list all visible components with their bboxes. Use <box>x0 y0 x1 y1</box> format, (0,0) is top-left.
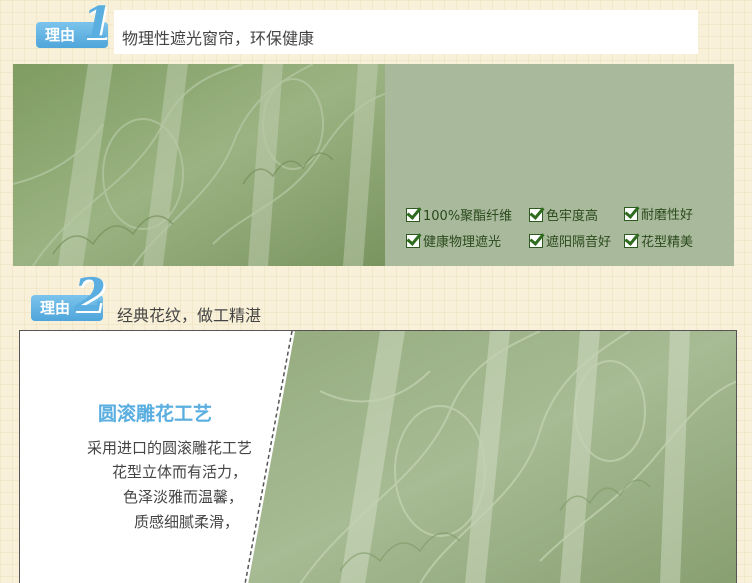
craft-line: 采用进口的圆滚雕花工艺 <box>86 439 252 457</box>
checkbox-check-icon <box>406 208 420 222</box>
craft-line: 花型立体而有活力， <box>111 463 247 481</box>
feature-item: 色牢度高 <box>529 205 598 224</box>
curtain-fabric-image-1 <box>13 64 385 266</box>
feature-item: 100%聚酯纤维 <box>406 205 512 224</box>
checkbox-check-icon <box>624 234 638 248</box>
checkbox-check-icon <box>529 208 543 222</box>
feature-item: 健康物理遮光 <box>406 231 501 250</box>
reason1-title: 物理性遮光窗帘，环保健康 <box>122 29 315 48</box>
feature-item: 耐磨性好 <box>624 204 693 223</box>
feature-item: 花型精美 <box>624 231 693 250</box>
craft-line: 色泽淡雅而温馨， <box>122 488 243 506</box>
checkbox-check-icon <box>624 207 638 221</box>
checkbox-check-icon <box>406 234 420 248</box>
craft-line: 质感细腻柔滑， <box>133 513 239 531</box>
craft-title: 圆滚雕花工艺 <box>98 403 213 425</box>
feature-item: 遮阳隔音好 <box>529 231 611 250</box>
reason2-title: 经典花纹，做工精湛 <box>117 306 262 325</box>
craft-panel: 圆滚雕花工艺 采用进口的圆滚雕花工艺 花型立体而有活力， 色泽淡雅而温馨， 质感… <box>19 330 737 583</box>
fabric-pattern-1 <box>13 64 385 266</box>
checkbox-check-icon <box>529 234 543 248</box>
reason1-number: 1 <box>82 0 113 49</box>
reason2-number: 2 <box>74 268 107 322</box>
